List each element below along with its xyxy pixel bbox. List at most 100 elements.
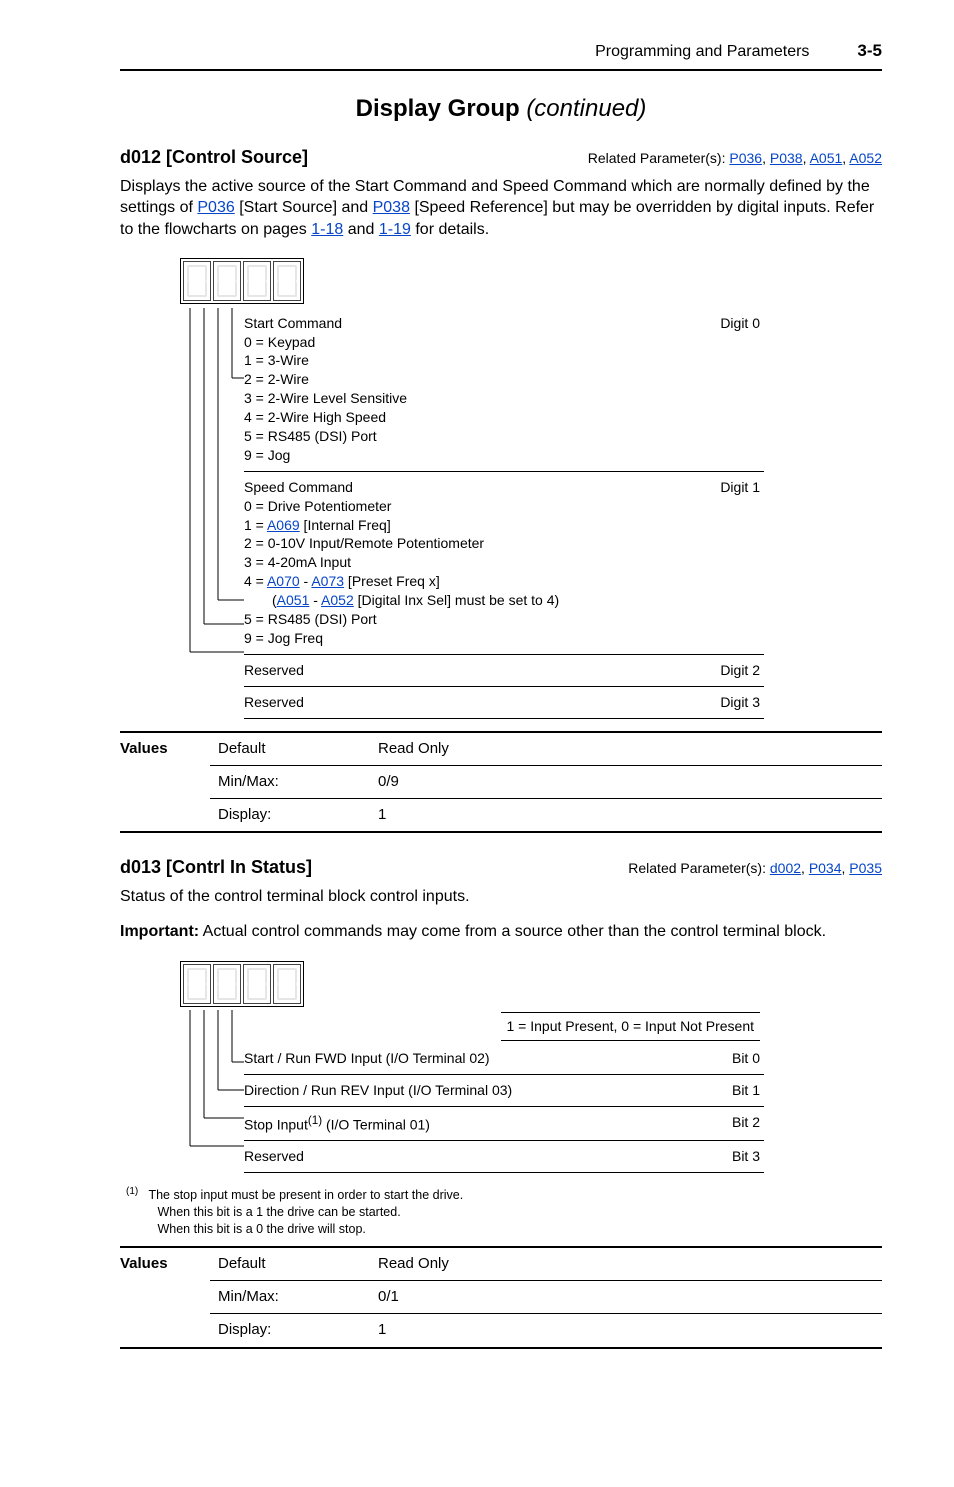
digit1-line: 2 = 0-10V Input/Remote Potentiometer (244, 534, 708, 553)
digit0-line: 5 = RS485 (DSI) Port (244, 427, 708, 446)
important-text: Actual control commands may come from a … (203, 923, 826, 940)
digit1-line: (A051 - A052 [Digital Inx Sel] must be s… (244, 591, 708, 610)
values-minmax-key: Min/Max: (210, 765, 370, 798)
values-minmax-key: Min/Max: (210, 1281, 370, 1314)
digit1-title: Speed Command (244, 478, 708, 497)
link-a069[interactable]: A069 (267, 517, 300, 533)
values-minmax-val: 0/9 (370, 765, 882, 798)
desc-link-119[interactable]: 1-19 (379, 221, 411, 238)
digit2-title: Reserved (244, 661, 708, 680)
digit1-line: 1 = A069 [Internal Freq] (244, 516, 708, 535)
text: 1 = (244, 517, 267, 533)
related-link-p034[interactable]: P034 (809, 860, 842, 876)
section-title-continued: (continued) (526, 95, 646, 122)
page-header: Programming and Parameters 3-5 (120, 40, 882, 71)
seven-seg-digit (213, 964, 241, 1004)
section-title-text: Display Group (356, 95, 520, 122)
footnote-marker: (1) (126, 1186, 138, 1197)
footnote-line: The stop input must be present in order … (148, 1188, 463, 1202)
values-table-d012: Values Default Read Only Min/Max: 0/9 Di… (120, 731, 882, 834)
header-title: Programming and Parameters (595, 41, 809, 63)
bracket-connector-icon (180, 308, 244, 668)
values-display-key: Display: (210, 799, 370, 833)
section-title: Display Group (continued) (120, 93, 882, 125)
footnote-d013: (1) The stop input must be present in or… (126, 1185, 882, 1238)
seven-seg-digit (243, 261, 271, 301)
seven-seg-display-d012 (180, 258, 304, 304)
param-desc-d013-1: Status of the control terminal block con… (120, 886, 882, 908)
seven-seg-digit (243, 964, 271, 1004)
bracket-connector-icon (180, 1010, 244, 1160)
digit1-line: 0 = Drive Potentiometer (244, 497, 708, 516)
header-page-number: 3-5 (857, 40, 882, 63)
digit2-label: Digit 2 (720, 661, 760, 680)
param-desc-d012: Displays the active source of the Start … (120, 176, 882, 241)
link-a052[interactable]: A052 (321, 592, 354, 608)
desc-mid1: [Start Source] and (239, 199, 372, 216)
related-link-a051[interactable]: A051 (810, 150, 843, 166)
desc-link-118[interactable]: 1-18 (311, 221, 343, 238)
values-display-val: 1 (370, 799, 882, 833)
param-name-d012: d012 [Control Source] (120, 145, 308, 169)
desc-post: for details. (415, 221, 489, 238)
related-label: Related Parameter(s): (588, 150, 730, 166)
bit2-value: Bit 2 (732, 1113, 760, 1135)
text: 4 = (244, 573, 267, 589)
bit1-value: Bit 1 (732, 1081, 760, 1100)
bit3-value: Bit 3 (732, 1147, 760, 1166)
values-label: Values (120, 1247, 210, 1348)
seven-seg-digit (183, 261, 211, 301)
bit1-label: Direction / Run REV Input (I/O Terminal … (244, 1081, 720, 1100)
link-a051[interactable]: A051 (277, 592, 310, 608)
link-a070[interactable]: A070 (267, 573, 300, 589)
seven-seg-digit (213, 261, 241, 301)
related-link-d002[interactable]: d002 (770, 860, 801, 876)
digit3-title: Reserved (244, 693, 708, 712)
digit0-label: Digit 0 (720, 314, 760, 465)
digit0-line: 4 = 2-Wire High Speed (244, 408, 708, 427)
bit3-label: Reserved (244, 1147, 720, 1166)
param-name-d013: d013 [Contrl In Status] (120, 855, 312, 879)
related-link-p038[interactable]: P038 (770, 150, 803, 166)
digit0-title: Start Command (244, 314, 708, 333)
values-default-val: Read Only (370, 1247, 882, 1281)
values-label: Values (120, 732, 210, 833)
desc-link-p036[interactable]: P036 (197, 199, 234, 216)
values-default-key: Default (210, 732, 370, 766)
param-desc-d013-2: Important: Actual control commands may c… (120, 921, 882, 943)
digit3-label: Digit 3 (720, 693, 760, 712)
seven-seg-digit (273, 964, 301, 1004)
bit2-label: Stop Input(1) (I/O Terminal 01) (244, 1113, 720, 1135)
desc-link-p038[interactable]: P038 (373, 199, 410, 216)
bit0-label: Start / Run FWD Input (I/O Terminal 02) (244, 1049, 720, 1068)
text: [Internal Freq] (300, 517, 391, 533)
values-table-d013: Values Default Read Only Min/Max: 0/1 Di… (120, 1246, 882, 1349)
text: - (300, 573, 312, 589)
related-link-a052[interactable]: A052 (849, 150, 882, 166)
digit1-line: 9 = Jog Freq (244, 629, 708, 648)
text: [Preset Freq x] (344, 573, 440, 589)
seven-seg-digit (183, 964, 211, 1004)
footnote-line: When this bit is a 1 the drive can be st… (157, 1205, 400, 1219)
values-default-key: Default (210, 1247, 370, 1281)
values-default-val: Read Only (370, 732, 882, 766)
important-label: Important: (120, 923, 199, 940)
link-a073[interactable]: A073 (311, 573, 344, 589)
digit1-label: Digit 1 (720, 478, 760, 648)
values-display-val: 1 (370, 1314, 882, 1348)
param-related-d013: Related Parameter(s): d002, P034, P035 (628, 859, 882, 878)
seven-seg-display-d013 (180, 961, 304, 1007)
digit1-line: 5 = RS485 (DSI) Port (244, 610, 708, 629)
footnote-line: When this bit is a 0 the drive will stop… (157, 1222, 365, 1236)
text: - (309, 592, 321, 608)
values-display-key: Display: (210, 1314, 370, 1348)
digit0-line: 2 = 2-Wire (244, 370, 708, 389)
digit0-line: 3 = 2-Wire Level Sensitive (244, 389, 708, 408)
related-link-p035[interactable]: P035 (849, 860, 882, 876)
text: [Digital Inx Sel] must be set to 4) (354, 592, 559, 608)
param-related-d012: Related Parameter(s): P036, P038, A051, … (588, 149, 882, 168)
digit0-line: 1 = 3-Wire (244, 351, 708, 370)
related-label: Related Parameter(s): (628, 860, 770, 876)
related-link-p036[interactable]: P036 (729, 150, 762, 166)
bit-table-d013: 1 = Input Present, 0 = Input Not Present… (244, 1010, 764, 1173)
